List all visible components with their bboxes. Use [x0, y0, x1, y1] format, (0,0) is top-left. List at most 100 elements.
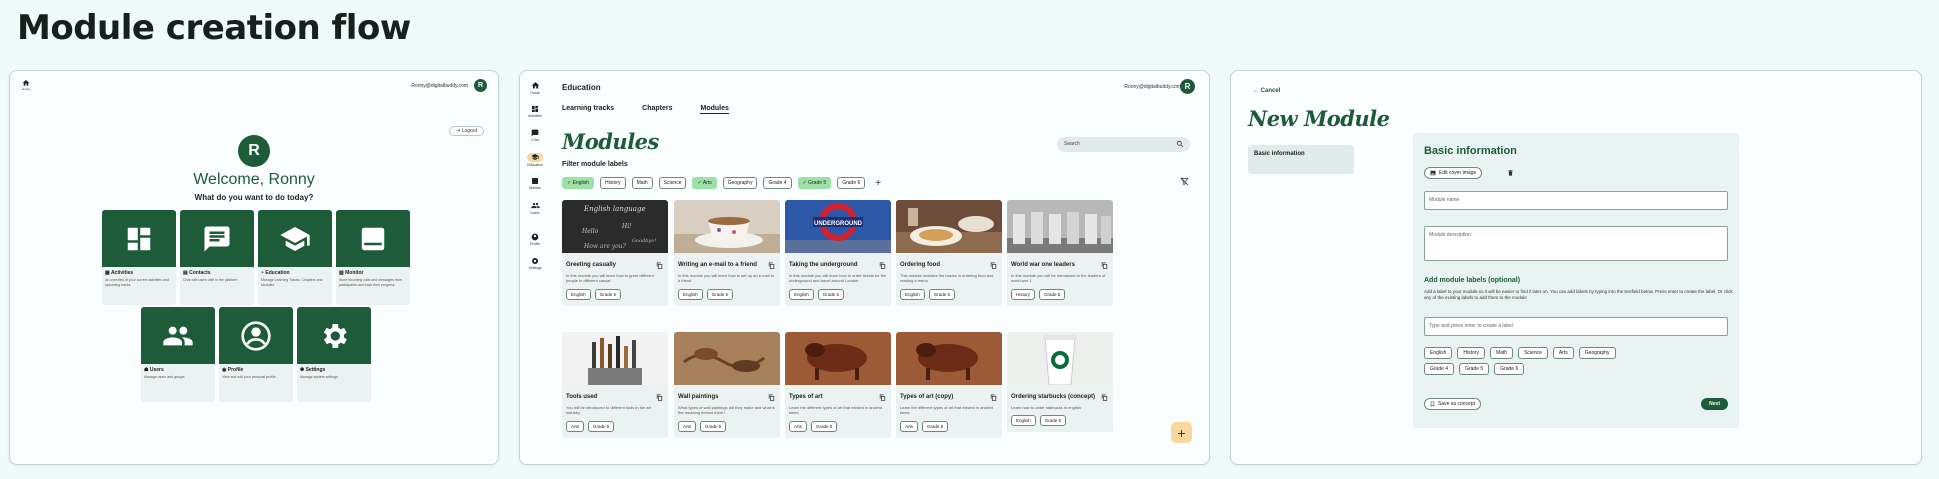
module-card[interactable]: Ordering food This module includes the b…	[896, 200, 1002, 306]
filter-chip-math[interactable]: Math	[631, 177, 653, 189]
next-button[interactable]: Next	[1701, 398, 1728, 410]
sidebar: Home Activities Chat Education Monitor U…	[520, 71, 550, 464]
filter-chip-grade-5[interactable]: ✓ Grade 5	[797, 177, 832, 189]
filter-chip-history[interactable]: History	[600, 177, 626, 189]
tab-modules[interactable]: Modules	[700, 105, 729, 114]
tile-education[interactable]: ◓ Education Manage Learning Tracks, Chap…	[258, 210, 332, 305]
module-card[interactable]: World war one leaders In this module you…	[1007, 200, 1113, 306]
sidebar-item-profile[interactable]: Profile	[520, 233, 550, 246]
edit-cover-image-button[interactable]: Edit cover image	[1424, 167, 1483, 179]
label-chip[interactable]: English	[1424, 347, 1453, 359]
tile-desc: Store incoming calls and messages from p…	[339, 278, 403, 287]
label-chip[interactable]: Grade 4	[1424, 363, 1455, 375]
tile-users[interactable]: ☗ Users Manage users and groups	[141, 307, 215, 402]
label-input[interactable]: Type and press enter to create a label	[1424, 317, 1728, 336]
label-chip[interactable]: Arts	[1552, 347, 1574, 359]
avatar[interactable]: R	[1180, 79, 1195, 94]
label-chip[interactable]: Math	[1489, 347, 1514, 359]
logout-button[interactable]: ⇥ Logout	[449, 126, 484, 136]
tile-desc: An overview of your current activities a…	[105, 278, 169, 287]
module-card[interactable]: English language Hello Hi! Goodbye! How …	[562, 200, 668, 306]
sidebar-item-settings[interactable]: Settings	[520, 257, 550, 270]
save-as-concept-button[interactable]: Save as concept	[1424, 398, 1481, 410]
sidebar-item-chat[interactable]: Chat	[520, 129, 550, 142]
nav-home-label: Home	[22, 87, 31, 91]
label-chip[interactable]: Science	[1518, 347, 1548, 359]
card-desc: You will be introduced to different tool…	[566, 404, 651, 416]
card-tag: Grade 5	[700, 420, 727, 432]
module-description-field[interactable]: Module description	[1424, 226, 1728, 261]
add-module-button[interactable]: +	[1171, 422, 1192, 443]
filter-off-icon[interactable]	[1180, 177, 1189, 186]
gear-icon	[323, 323, 347, 348]
sidebar-item-home[interactable]: Home	[520, 81, 550, 95]
sidebar-item-users[interactable]: Users	[520, 201, 550, 215]
card-title: Writing an e-mail to a friend	[678, 262, 757, 268]
card-image-statues	[1007, 200, 1113, 253]
copy-icon[interactable]	[1101, 394, 1108, 401]
filter-chip-geography[interactable]: Geography	[722, 177, 758, 189]
search-input[interactable]: Search	[1057, 137, 1190, 152]
card-tag: English	[566, 288, 591, 300]
module-card[interactable]: Ordering starbucks (concept) Learn how t…	[1007, 332, 1113, 433]
sidebar-item-activities[interactable]: Activities	[520, 105, 550, 118]
module-card[interactable]: Types of art Learn the different types o…	[785, 332, 891, 438]
tile-desc: Manage Learning Tracks, Chapters and Mod…	[261, 278, 323, 287]
tile-activities[interactable]: ▦ Activities An overview of your current…	[102, 210, 176, 305]
card-image-cave-art	[785, 332, 891, 385]
nav-home[interactable]: Home	[22, 79, 30, 91]
filter-chips: ✓ English History Math Science ✓ Arts Ge…	[562, 177, 881, 189]
tab-learning-tracks[interactable]: Learning tracks	[562, 105, 614, 114]
copy-icon[interactable]	[879, 394, 886, 401]
card-tag: Grade 5	[922, 420, 949, 432]
tile-profile[interactable]: ◉ Profile View and edit your personal pr…	[219, 307, 293, 402]
label-chip[interactable]: Geography	[1578, 347, 1616, 359]
filter-chip-english[interactable]: ✓ English	[562, 177, 594, 189]
tile-desc: View and edit your personal profile	[222, 375, 276, 379]
page-heading: Modules	[562, 129, 659, 154]
tab-chapters[interactable]: Chapters	[642, 105, 672, 114]
sidebar-item-monitor[interactable]: Monitor	[520, 177, 550, 190]
module-card[interactable]: Wall paintings What types of wall painti…	[674, 332, 780, 438]
label-chip[interactable]: Grade 5	[1459, 363, 1490, 375]
chat-icon	[531, 129, 539, 137]
card-image-coffee-cup	[1007, 332, 1113, 386]
card-desc: Learn how to order starbucks in english	[1011, 404, 1081, 410]
copy-icon[interactable]	[656, 262, 663, 269]
filter-chip-science[interactable]: Science	[658, 177, 687, 189]
tile-monitor[interactable]: ▧ Monitor Store incoming calls and messa…	[336, 210, 410, 305]
copy-icon[interactable]	[879, 262, 886, 269]
step-nav-basic-information[interactable]: Basic information	[1248, 145, 1354, 174]
card-image-chalkboard: English language Hello Hi! Goodbye! How …	[562, 200, 668, 253]
filter-chip-grade-4[interactable]: Grade 4	[763, 177, 792, 189]
copy-icon[interactable]	[990, 394, 997, 401]
module-name-field[interactable]: Module name	[1424, 191, 1728, 210]
tile-title: Monitor	[345, 270, 364, 276]
copy-icon[interactable]	[768, 394, 775, 401]
copy-icon[interactable]	[768, 262, 775, 269]
image-icon	[1430, 170, 1436, 176]
graduation-cap-icon	[531, 154, 539, 160]
sidebar-item-education[interactable]: Education	[520, 153, 550, 167]
panel-title: Basic information	[1424, 145, 1517, 157]
label-chip[interactable]: History	[1457, 347, 1485, 359]
cancel-button[interactable]: ← Cancel	[1253, 88, 1280, 94]
module-card[interactable]: Writing an e-mail to a friend In this mo…	[674, 200, 780, 306]
copy-icon[interactable]	[1101, 262, 1108, 269]
delete-icon[interactable]	[1507, 169, 1514, 177]
card-tag: Arts	[900, 420, 919, 432]
module-card[interactable]: UNDERGROUND Taking the underground In th…	[785, 200, 891, 306]
tile-contacts[interactable]: ▤ Contacts Chat with users with in the p…	[180, 210, 254, 305]
label-chip[interactable]: Grade 6	[1494, 363, 1525, 375]
module-card[interactable]: Types of art (copy) Learn the different …	[896, 332, 1002, 438]
card-tag: English	[1011, 415, 1036, 427]
filter-chip-arts[interactable]: ✓ Arts	[692, 177, 717, 189]
module-card[interactable]: Tools used You will be introduced to dif…	[562, 332, 668, 438]
add-filter-button[interactable]: +	[875, 178, 881, 189]
copy-icon[interactable]	[990, 262, 997, 269]
filter-chip-grade-6[interactable]: Grade 6	[837, 177, 866, 189]
tile-settings[interactable]: ✺ Settings Manage system settings	[297, 307, 371, 402]
copy-icon[interactable]	[656, 394, 663, 401]
avatar[interactable]: R	[474, 79, 487, 92]
card-desc: What types of wall paintings did they ma…	[678, 404, 775, 416]
